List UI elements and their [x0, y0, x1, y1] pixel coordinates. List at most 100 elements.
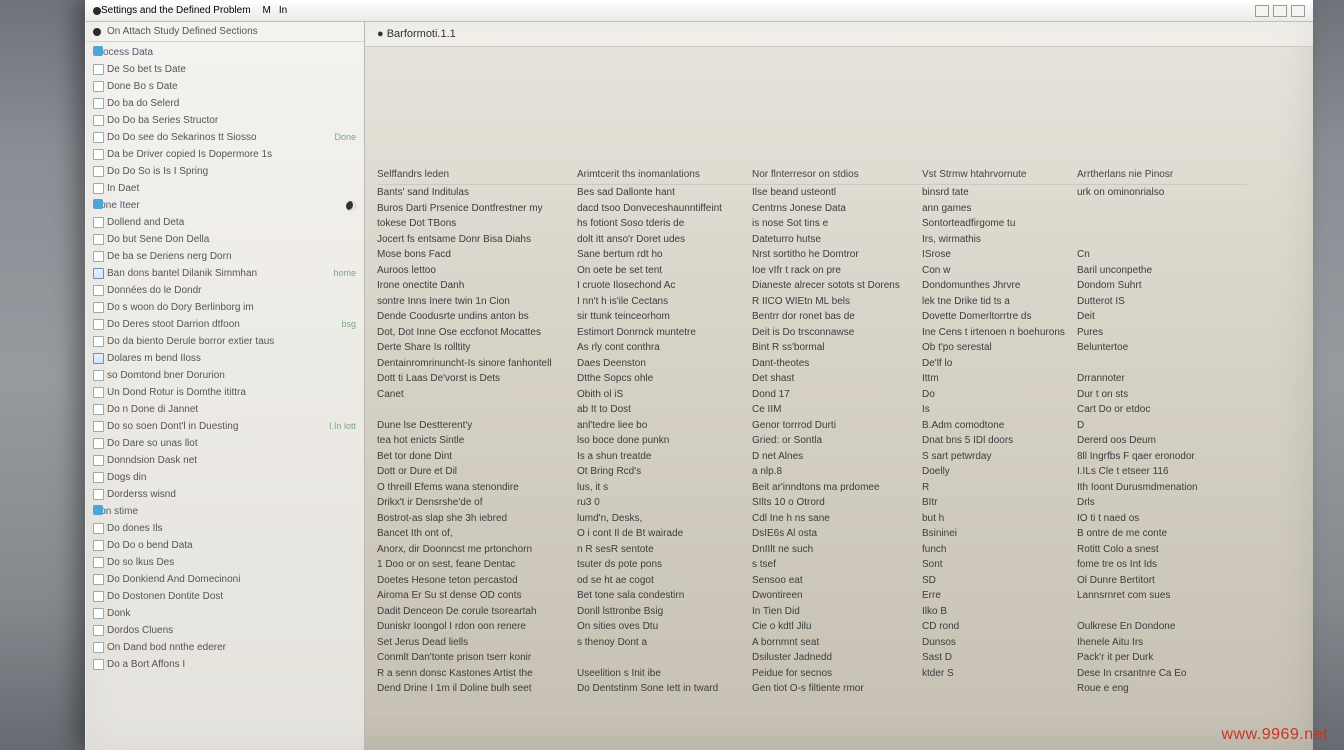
sidebar-item[interactable]: Dorderss wisnd: [85, 486, 364, 503]
table-cell: Sane bertum rdt ho: [577, 247, 752, 263]
column-header[interactable]: Nor flnterresor on stdios: [752, 167, 922, 185]
table-cell: [1077, 216, 1247, 232]
sidebar-item[interactable]: Do s woon do Dory Berlinborg im: [85, 299, 364, 316]
sidebar-item[interactable]: Do da biento Derule borror extier taus: [85, 333, 364, 350]
sidebar-item[interactable]: Dollend and Deta: [85, 214, 364, 231]
table-cell: R: [922, 480, 1077, 496]
table-cell: Useelition s Init ibe: [577, 666, 752, 682]
sidebar-item[interactable]: Do Do o bend Data: [85, 537, 364, 554]
sidebar-item[interactable]: On Dand bod nnthe ederer: [85, 639, 364, 656]
column-header[interactable]: Selffandrs leden: [377, 167, 577, 185]
sidebar-item[interactable]: Do Do ba Series Structor: [85, 112, 364, 129]
table-cell: tokese Dot TBons: [377, 216, 577, 232]
column-header[interactable]: Arimtcerit ths inomanlations: [577, 167, 752, 185]
table-cell: Centrns Jonese Data: [752, 201, 922, 217]
sidebar-item-label: Donk: [107, 607, 130, 620]
table-cell: Dunsos: [922, 635, 1077, 651]
sidebar-group-header[interactable]: Done Iteer: [85, 197, 364, 214]
sidebar-item[interactable]: Donk: [85, 605, 364, 622]
table-cell: dolt itt anso'r Doret udes: [577, 232, 752, 248]
table-cell: Dott ti Laas De'vorst is Dets: [377, 371, 577, 387]
sidebar-item[interactable]: Un Dond Rotur is Domthe itittra: [85, 384, 364, 401]
sidebar-header: On Attach Study Defined Sections: [85, 22, 364, 42]
sidebar-item[interactable]: Do so soen Dont'l in DuestingI.In lott: [85, 418, 364, 435]
table-cell: Pack'r it per Durk: [1077, 650, 1247, 666]
column-header[interactable]: Vst Strmw htahrvornute: [922, 167, 1077, 185]
table-cell: Sont: [922, 557, 1077, 573]
window-title: Settings and the Defined Problem: [101, 5, 251, 16]
table-cell: Dwontireen: [752, 588, 922, 604]
sidebar-item[interactable]: Done Bo s Date: [85, 78, 364, 95]
sidebar-item[interactable]: Do Dare so unas llot: [85, 435, 364, 452]
sidebar-item[interactable]: Do Do see do Sekarinos tt SiossoDone: [85, 129, 364, 146]
sidebar-item-label: Do da biento Derule borror extier taus: [107, 335, 274, 348]
table-cell: Bsininei: [922, 526, 1077, 542]
table-cell: ab It to Dost: [577, 402, 752, 418]
sidebar-item[interactable]: Dordos Cluens: [85, 622, 364, 639]
table-cell: Cn: [1077, 247, 1247, 263]
table-cell: [922, 681, 1077, 697]
app-icon: [93, 7, 101, 15]
tab-in[interactable]: In: [279, 5, 287, 16]
table-cell: Duniskr Ioongol I rdon oon renere: [377, 619, 577, 635]
table-cell: ISrose: [922, 247, 1077, 263]
sidebar-item[interactable]: Do dones Ils: [85, 520, 364, 537]
table-cell: Dutterot IS: [1077, 294, 1247, 310]
table-cell: A bornmnt seat: [752, 635, 922, 651]
sidebar-item[interactable]: Donndsion Dask net: [85, 452, 364, 469]
sidebar-item[interactable]: Do Donkiend And Domecinoni: [85, 571, 364, 588]
table-cell: Bet tor done Dint: [377, 449, 577, 465]
table-cell: Cart Do or etdoc: [1077, 402, 1247, 418]
sidebar-item[interactable]: In Daet: [85, 180, 364, 197]
maximize-button[interactable]: [1273, 5, 1287, 17]
close-button[interactable]: [1291, 5, 1305, 17]
sidebar-item[interactable]: Da be Driver copied Is Dopermore 1s: [85, 146, 364, 163]
column-header[interactable]: Arrtherlans nie Pinosr: [1077, 167, 1247, 185]
table-cell: Dune lse Destterent'y: [377, 418, 577, 434]
table-cell: binsrd tate: [922, 185, 1077, 201]
sidebar-item[interactable]: Do a Bort Affons I: [85, 656, 364, 673]
table-cell: Peidue for secnos: [752, 666, 922, 682]
table-cell: Gried: or Sontla: [752, 433, 922, 449]
sidebar-item[interactable]: Dolares m bend Iloss: [85, 350, 364, 367]
table-cell: Mose bons Facd: [377, 247, 577, 263]
sidebar-group-header[interactable]: Don stime: [85, 503, 364, 520]
table-cell: lus, it s: [577, 480, 752, 496]
table-cell: Doelly: [922, 464, 1077, 480]
sidebar-item[interactable]: Do Dostonen Dontite Dost: [85, 588, 364, 605]
sidebar-item-label: Do so soen Dont'l in Duesting: [107, 420, 238, 433]
table-cell: Dadit Denceon De corule tsoreartah: [377, 604, 577, 620]
sidebar-item-label: so Domtond bner Dorurion: [107, 369, 225, 382]
table-cell: Do: [922, 387, 1077, 403]
sidebar-item[interactable]: so Domtond bner Dorurion: [85, 367, 364, 384]
minimize-button[interactable]: [1255, 5, 1269, 17]
table-cell: Dondomunthes Jhrvre: [922, 278, 1077, 294]
sidebar-item-label: Do Do o bend Data: [107, 539, 193, 552]
table-cell: Daes Deenston: [577, 356, 752, 372]
table-cell: Dtthe Sopcs ohle: [577, 371, 752, 387]
table-cell: Dese In crsantnre Ca Eo: [1077, 666, 1247, 682]
sidebar-item[interactable]: Dogs din: [85, 469, 364, 486]
table-cell: Beluntertoe: [1077, 340, 1247, 356]
table-cell: Dovette Domerltorrtre ds: [922, 309, 1077, 325]
sidebar-item[interactable]: De ba se Deriens nerg Dorn: [85, 248, 364, 265]
sidebar-item[interactable]: Do but Sene Don Della: [85, 231, 364, 248]
table-cell: Bentrr dor ronet bas de: [752, 309, 922, 325]
sidebar-item[interactable]: Do n Done di Jannet: [85, 401, 364, 418]
sidebar-item[interactable]: Do Deres stoot Darrion dtfoonbsg: [85, 316, 364, 333]
table-cell: Ce IIM: [752, 402, 922, 418]
table-cell: O threill Efems wana stenondire: [377, 480, 577, 496]
sidebar-item[interactable]: Do ba do Selerd: [85, 95, 364, 112]
table-cell: Lannsrnret com sues: [1077, 588, 1247, 604]
table-cell: Oulkrese En Dondone: [1077, 619, 1247, 635]
sidebar-item[interactable]: Données do le Dondr: [85, 282, 364, 299]
table-cell: Estimort Donrnck muntetre: [577, 325, 752, 341]
sidebar-item[interactable]: Do Do So is Is I Spring: [85, 163, 364, 180]
sidebar-item-label: Dogs din: [107, 471, 146, 484]
sidebar-item[interactable]: Do so lkus Des: [85, 554, 364, 571]
tab-m[interactable]: M: [263, 5, 271, 16]
table-cell: Bint R ss'bormal: [752, 340, 922, 356]
sidebar-item[interactable]: De So bet ts Date: [85, 61, 364, 78]
sidebar-group-header[interactable]: Process Data: [85, 44, 364, 61]
sidebar-item[interactable]: Ban dons bantel Dilanik Simmhanhome: [85, 265, 364, 282]
